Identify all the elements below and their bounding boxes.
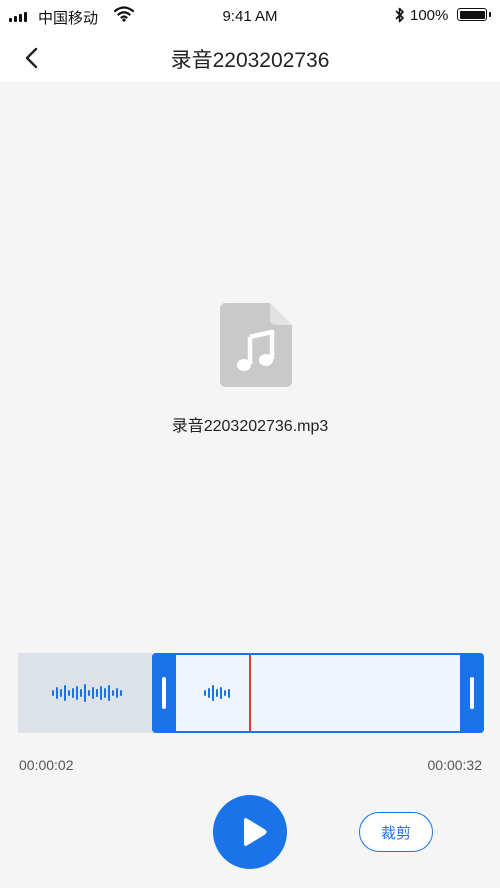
grip-icon — [470, 677, 474, 709]
battery-icon — [457, 8, 491, 21]
page-title: 录音2203202736 — [170, 49, 330, 72]
playhead[interactable] — [249, 655, 251, 731]
trim-start-handle[interactable] — [152, 653, 176, 733]
waveform-bars — [52, 683, 98, 703]
music-file-icon — [220, 303, 292, 387]
selected-region[interactable] — [152, 653, 484, 733]
waveform-bars — [96, 683, 122, 703]
grip-icon — [162, 677, 166, 709]
trim-button[interactable]: 裁剪 — [359, 812, 433, 852]
end-time: 00:00:32 — [427, 757, 483, 773]
play-button[interactable] — [213, 795, 287, 869]
file-name: 录音2203202736.mp3 — [171, 418, 329, 435]
bluetooth-icon — [395, 7, 404, 23]
waveform-editor[interactable] — [18, 653, 484, 733]
trim-end-handle[interactable] — [460, 653, 484, 733]
nav-bar: 录音2203202736 — [0, 34, 500, 82]
unselected-region — [18, 653, 152, 733]
status-bar: 中国移动 9:41 AM 100% — [0, 0, 500, 34]
waveform-bars — [204, 683, 230, 703]
battery-percent: 100% — [410, 7, 449, 24]
start-time: 00:00:02 — [19, 757, 74, 773]
play-icon — [244, 818, 267, 846]
